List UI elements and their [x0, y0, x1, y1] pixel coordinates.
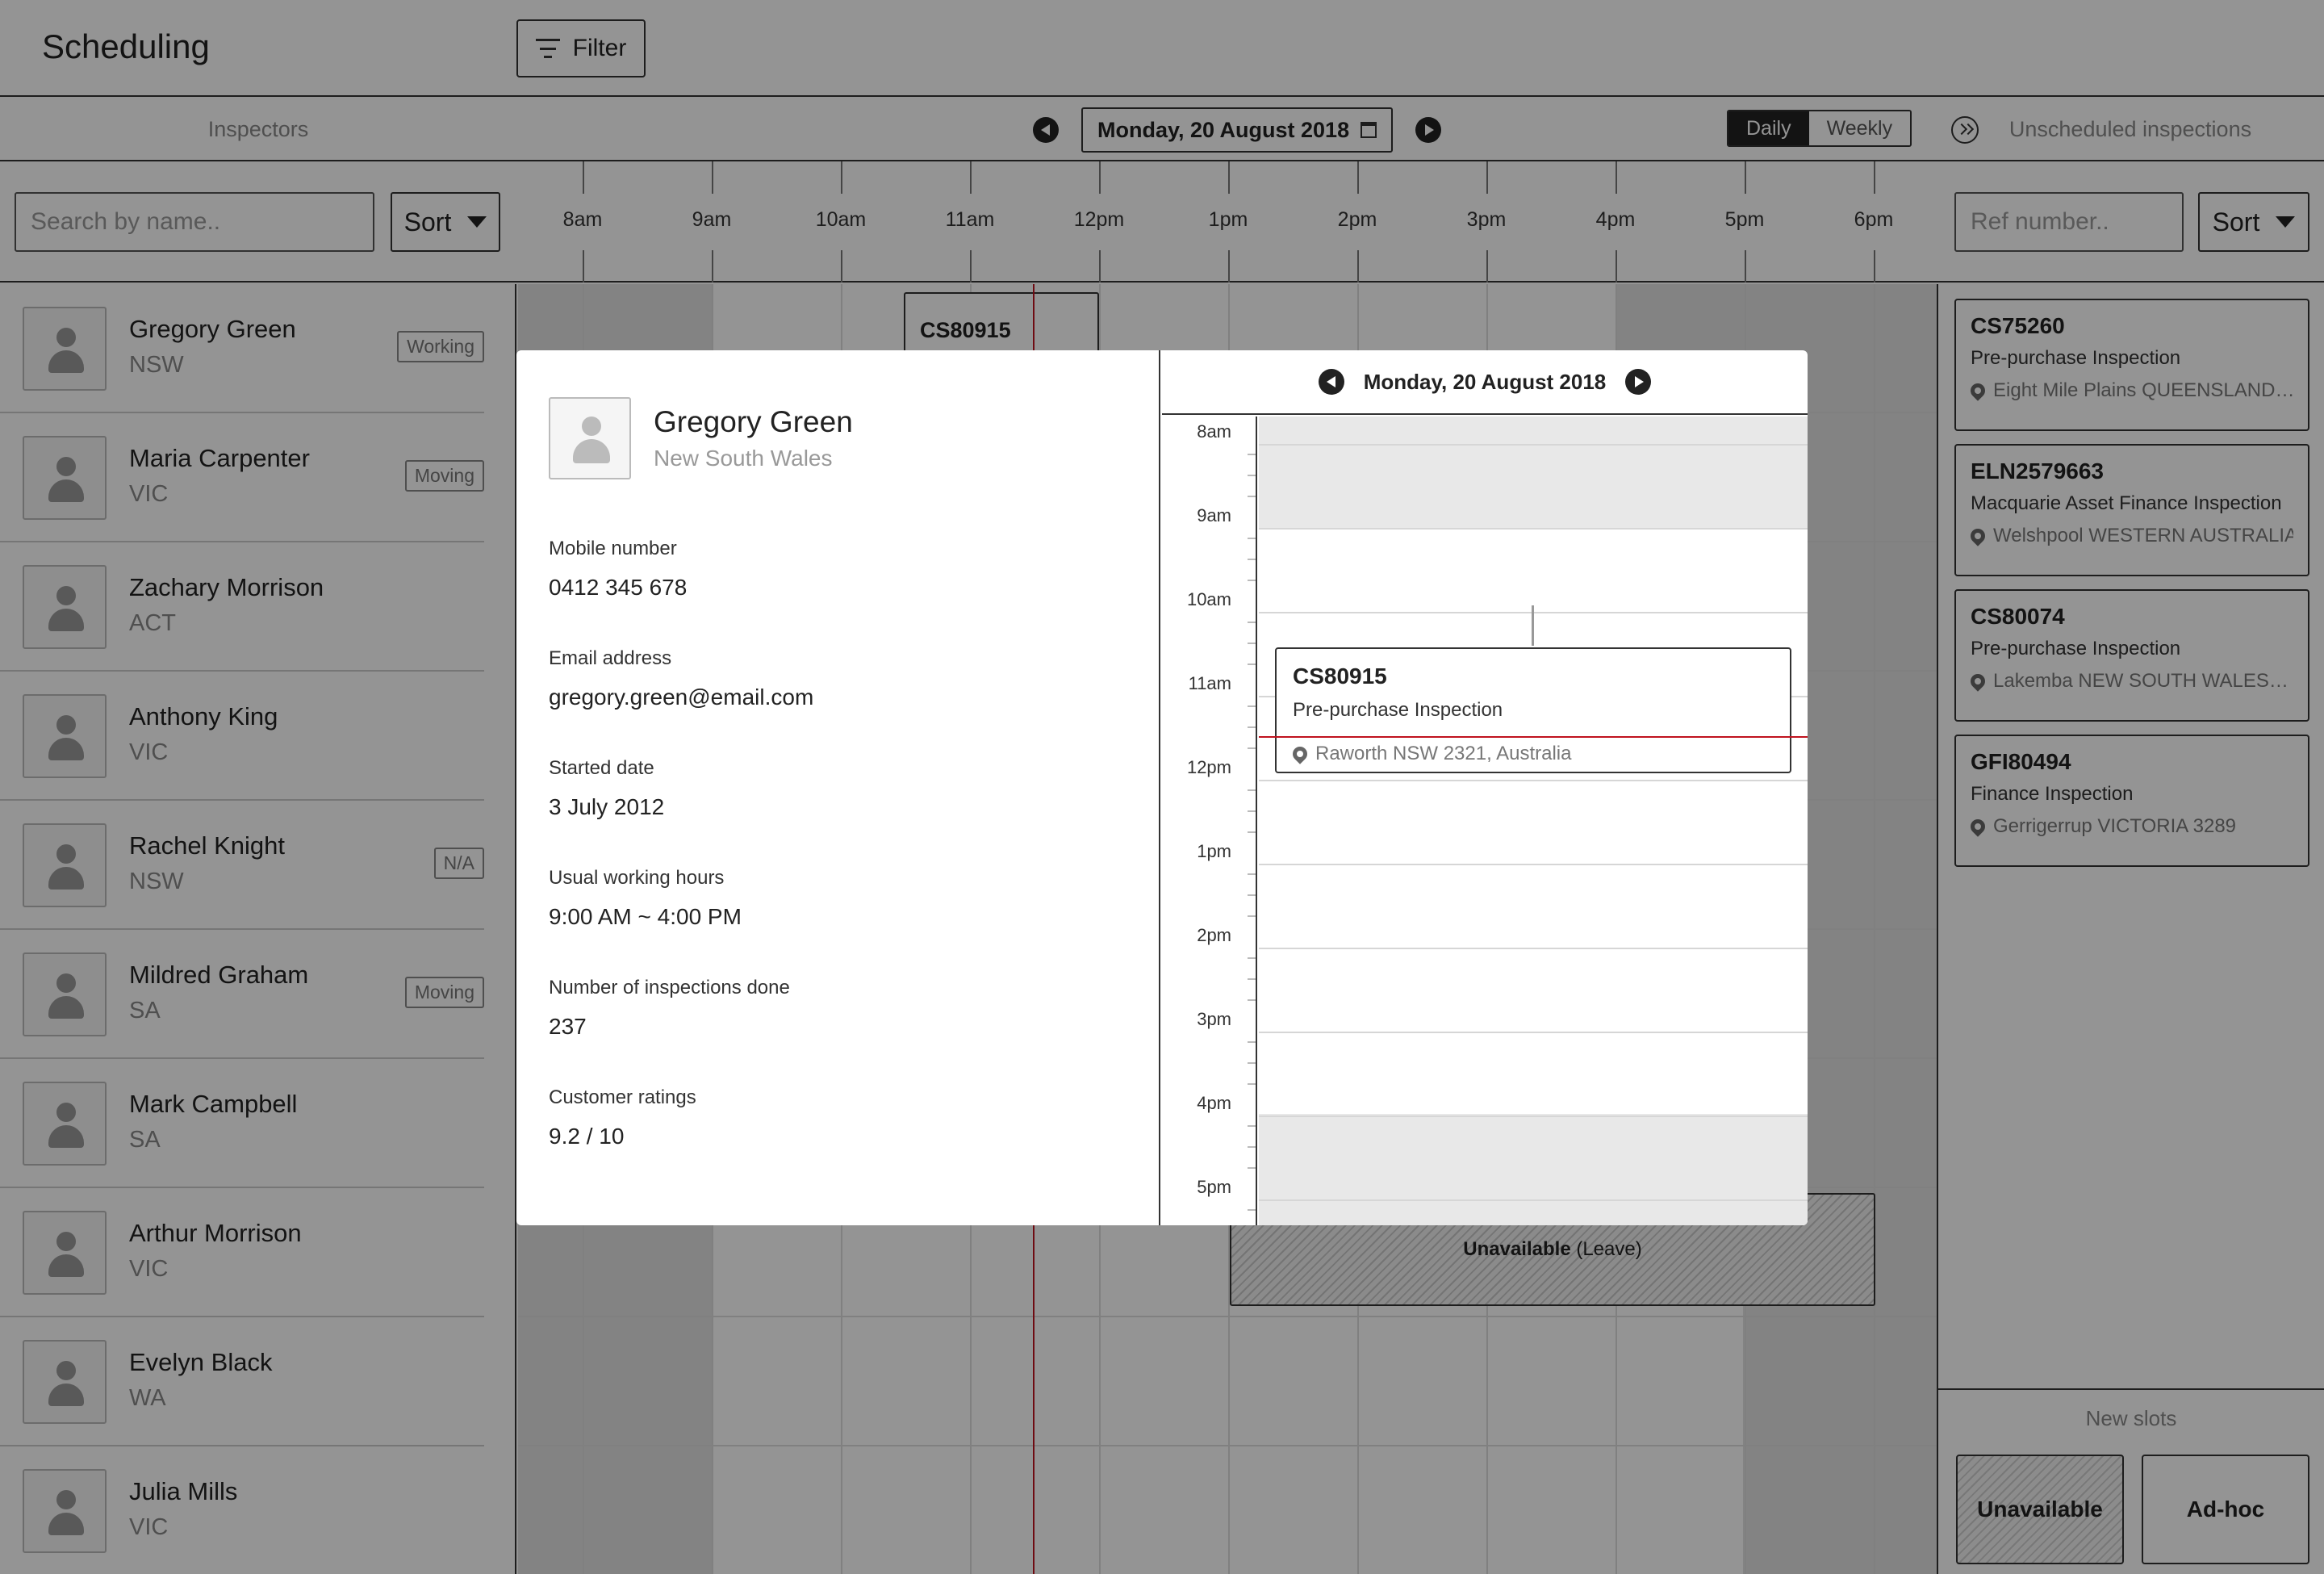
minor-tick [1248, 664, 1256, 665]
minor-tick [1248, 1041, 1256, 1043]
event-location: Raworth NSW 2321, Australia [1289, 743, 1774, 765]
field-value: 9:00 AM ~ 4:00 PM [549, 904, 742, 930]
calendar-hour-label: 8am [1197, 421, 1231, 442]
field-value-text: 9.2 [549, 1124, 580, 1149]
detail-field: Mobile number 0412 345 678 [549, 538, 687, 601]
minor-tick [1248, 454, 1256, 455]
minor-tick [1248, 1209, 1256, 1211]
calendar-hour-label: 11am [1188, 673, 1231, 693]
minor-tick [1248, 726, 1256, 728]
calendar-hour-label: 4pm [1197, 1093, 1231, 1113]
minor-tick [1248, 978, 1256, 980]
hour-line [1259, 948, 1808, 949]
minor-tick [1248, 873, 1256, 875]
minor-tick [1248, 894, 1256, 896]
field-label: Email address [549, 647, 672, 669]
next-day-icon[interactable] [1625, 369, 1652, 395]
minor-tick [1248, 538, 1256, 539]
hour-line [1259, 528, 1808, 530]
field-value-text: 237 [549, 1014, 587, 1039]
detail-field: Usual working hours 9:00 AM ~ 4:00 PM [549, 867, 742, 930]
minor-tick [1248, 559, 1256, 560]
minor-tick [1248, 1062, 1256, 1064]
hour-line [1259, 1199, 1808, 1201]
calendar-hour-label: 12pm [1186, 757, 1231, 777]
field-value: 9.2 / 10 [549, 1124, 696, 1149]
minor-tick [1248, 1083, 1256, 1085]
location-pin-icon [1289, 743, 1310, 764]
event-location-text: Raworth NSW 2321, Australia [1315, 743, 1572, 764]
minor-tick [1248, 831, 1256, 833]
inspector-details: Gregory Green New South Wales Mobile num… [516, 350, 1160, 1225]
off-hours-block [1259, 417, 1808, 528]
inspector-detail-modal: Gregory Green New South Wales Mobile num… [516, 350, 1808, 1225]
minor-tick [1248, 475, 1256, 476]
minor-tick [1248, 705, 1256, 707]
field-label: Number of inspections done [549, 977, 790, 998]
minor-tick [1248, 747, 1256, 749]
inspector-region: New South Wales [654, 446, 833, 471]
detail-field: Email address gregory.green@email.com [549, 647, 813, 710]
detail-field: Customer ratings 9.2 / 10 [549, 1086, 696, 1149]
minor-tick [1248, 789, 1256, 791]
field-label: Started date [549, 757, 654, 779]
calendar-event[interactable]: CS80915 Pre-purchase Inspection Raworth … [1275, 647, 1791, 773]
minor-tick [1248, 957, 1256, 959]
calendar-header: Monday, 20 August 2018 [1162, 350, 1808, 415]
event-type: Pre-purchase Inspection [1293, 699, 1503, 721]
hour-line [1259, 1032, 1808, 1033]
inspector-day-calendar: Monday, 20 August 2018 8am 9am 10am 11am 12p… [1162, 350, 1808, 1225]
minor-tick [1248, 580, 1256, 581]
off-hours-block [1259, 1114, 1808, 1225]
field-value: 3 July 2012 [549, 794, 664, 820]
detail-field: Number of inspections done 237 [549, 977, 790, 1040]
field-label: Mobile number [549, 538, 677, 559]
calendar-date: Monday, 20 August 2018 [1363, 369, 1607, 394]
calendar-hours-column: 8am 9am 10am 11am 12pm 1pm 2pm 3pm 4pm 5pm [1162, 417, 1257, 1225]
field-value-text: gregory.green@email.com [549, 684, 814, 710]
hour-line [1259, 444, 1808, 446]
calendar-body: 8am 9am 10am 11am 12pm 1pm 2pm 3pm 4pm 5pm CS8091… [1162, 417, 1808, 1225]
current-time-line [1259, 736, 1808, 738]
event-connector [1532, 605, 1534, 646]
calendar-hour-label: 9am [1197, 505, 1231, 525]
field-value-text: 0412 345 678 [549, 575, 688, 600]
hour-line [1259, 864, 1808, 865]
calendar-hour-label: 10am [1186, 589, 1231, 609]
event-ref: CS80915 [1293, 664, 1387, 689]
field-value-text: 9:00 AM ~ 4:00 PM [549, 904, 742, 929]
minor-tick [1248, 1125, 1256, 1127]
hour-line [1259, 1116, 1808, 1117]
minor-tick [1248, 496, 1256, 497]
calendar-hour-label: 3pm [1197, 1009, 1231, 1029]
prev-day-icon[interactable] [1318, 369, 1344, 395]
field-value-text: 3 July 2012 [549, 794, 665, 819]
minor-tick [1248, 643, 1256, 644]
avatar [549, 397, 631, 479]
minor-tick [1248, 915, 1256, 917]
minor-tick [1248, 810, 1256, 812]
field-value: 0412 345 678 [549, 575, 687, 601]
detail-field: Started date 3 July 2012 [549, 757, 664, 820]
field-value: 237 [549, 1014, 790, 1040]
hour-line [1259, 780, 1808, 781]
calendar-hour-label: 5pm [1197, 1177, 1231, 1197]
minor-tick [1248, 622, 1256, 623]
calendar-hour-label: 2pm [1197, 925, 1231, 945]
field-value: gregory.green@email.com [549, 684, 813, 710]
minor-tick [1248, 1146, 1256, 1148]
calendar-hour-label: 1pm [1197, 841, 1231, 861]
field-label: Usual working hours [549, 867, 725, 889]
field-label: Customer ratings [549, 1086, 696, 1108]
minor-tick [1248, 999, 1256, 1001]
calendar-grid: CS80915 Pre-purchase Inspection Raworth … [1259, 417, 1808, 1225]
inspector-name: Gregory Green [654, 405, 853, 438]
field-value-suffix: / 10 [579, 1124, 625, 1149]
minor-tick [1248, 1167, 1256, 1169]
